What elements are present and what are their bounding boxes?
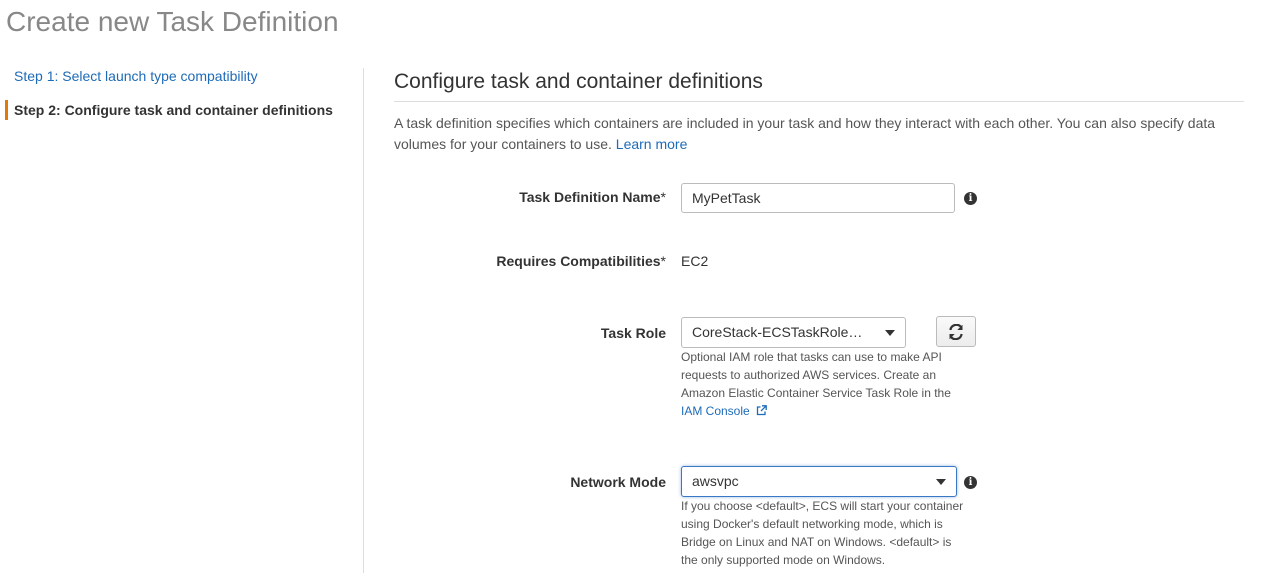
page-title: Create new Task Definition: [6, 6, 339, 37]
step-2-label: Step 2: Configure task and container def…: [14, 102, 333, 118]
task-role-help: Optional IAM role that tasks can use to …: [681, 348, 971, 420]
vertical-divider: [363, 68, 364, 573]
task-definition-name-input[interactable]: MyPetTask: [681, 183, 955, 213]
step-2-current: Step 2: Configure task and container def…: [0, 100, 362, 120]
requires-compatibilities-value: EC2: [681, 253, 709, 269]
refresh-task-role-button[interactable]: [936, 316, 976, 347]
task-definition-name-label-text: Task Definition Name: [519, 189, 661, 205]
network-mode-help: If you choose <default>, ECS will start …: [681, 499, 964, 567]
required-mark: *: [660, 253, 666, 269]
step-1-link[interactable]: Step 1: Select launch type compatibility: [0, 66, 362, 86]
section-intro: A task definition specifies which contai…: [394, 113, 1244, 155]
section-divider: [394, 101, 1244, 102]
refresh-icon: [949, 324, 963, 340]
chevron-down-icon: [885, 330, 895, 336]
network-mode-label: Network Mode: [570, 474, 666, 490]
intro-text: A task definition specifies which contai…: [394, 115, 1216, 152]
learn-more-link[interactable]: Learn more: [616, 136, 688, 152]
section-title: Configure task and container definitions: [394, 70, 763, 93]
iam-console-link-label: IAM Console: [681, 404, 750, 418]
required-mark: *: [660, 189, 666, 205]
wizard-steps: Step 1: Select launch type compatibility…: [0, 66, 362, 120]
chevron-down-icon: [936, 479, 946, 485]
requires-compatibilities-label-text: Requires Compatibilities: [496, 253, 661, 269]
task-role-value: CoreStack-ECSTaskRoleP…: [692, 324, 872, 340]
current-step-marker: [5, 100, 8, 120]
task-role-label: Task Role: [600, 325, 666, 341]
info-icon[interactable]: i: [964, 476, 977, 489]
info-icon[interactable]: i: [964, 192, 977, 205]
iam-console-link[interactable]: IAM Console: [681, 404, 767, 418]
external-link-icon: [756, 405, 767, 416]
requires-compatibilities-label: Requires Compatibilities*: [496, 253, 666, 269]
task-role-help-text: Optional IAM role that tasks can use to …: [681, 350, 951, 400]
task-role-select[interactable]: CoreStack-ECSTaskRoleP…: [681, 317, 906, 348]
task-definition-name-label: Task Definition Name*: [519, 189, 666, 205]
network-mode-value: awsvpc: [692, 473, 739, 489]
network-mode-select[interactable]: awsvpc: [681, 466, 957, 497]
